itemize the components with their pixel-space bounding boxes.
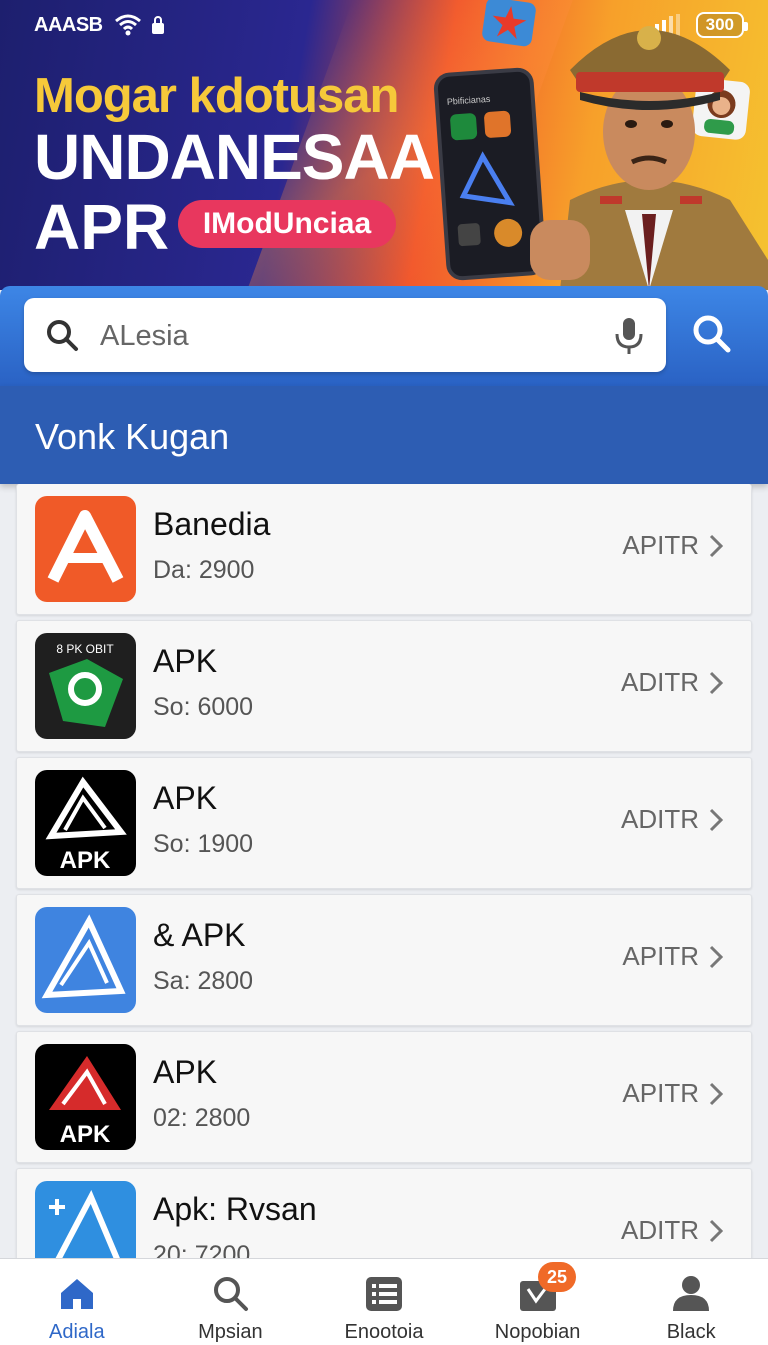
chevron-right-icon [709, 945, 723, 968]
black-apk-icon: APK [35, 770, 136, 876]
app-meta: So: 1900 [153, 830, 254, 858]
nav-label: Nopobian [494, 1321, 581, 1343]
search-submit-icon[interactable] [684, 304, 740, 364]
bottom-navigation: Adiala Mpsian Enootoia Nopobian Black [0, 1258, 768, 1345]
nav-item-list[interactable]: Enootoia [307, 1259, 461, 1345]
chevron-right-icon [709, 1082, 723, 1105]
app-action-button[interactable]: ADITR [621, 667, 723, 698]
list-icon [365, 1277, 402, 1311]
notification-badge: 25 [538, 1262, 576, 1292]
svg-text:APK: APK [60, 1121, 111, 1148]
app-list: Banedia Da: 2900 APITR 8 PK OBIT APK So:… [16, 484, 752, 1305]
section-header: Vonk Kugan [0, 386, 768, 484]
red-apk-icon: APK [35, 1044, 136, 1150]
app-name: Apk: Rvsan [153, 1191, 317, 1227]
app-action-button[interactable]: ADITR [621, 1215, 723, 1246]
app-name: APK [153, 780, 218, 816]
app-row[interactable]: Banedia Da: 2900 APITR [16, 484, 752, 615]
app-action-button[interactable]: APITR [622, 941, 723, 972]
hero-headline-2: UNDANESAA [34, 121, 435, 193]
app-meta: Da: 2900 [153, 556, 255, 584]
chevron-right-icon [709, 534, 723, 557]
presenter-illustration [530, 26, 768, 290]
app-name: APK [153, 643, 218, 679]
hero-banner[interactable]: AAASB 300 Mogar kdotusan UNDANESAA APR I… [0, 0, 768, 290]
app-name: & APK [153, 917, 246, 953]
app-meta: Sa: 2800 [153, 967, 254, 995]
app-row[interactable]: APK APK 02: 2800 APITR [16, 1031, 752, 1163]
search-icon [47, 320, 78, 351]
nav-item-search[interactable]: Mpsian [154, 1259, 308, 1345]
search-bar [0, 286, 768, 386]
nav-label: Adiala [48, 1321, 105, 1343]
lock-icon [151, 16, 164, 34]
profile-icon [673, 1276, 710, 1311]
nav-item-home[interactable]: Adiala [0, 1259, 154, 1345]
app-action-button[interactable]: APITR [622, 530, 723, 561]
chevron-right-icon [709, 808, 723, 831]
chevron-right-icon [709, 671, 723, 694]
app-action-button[interactable]: ADITR [621, 804, 723, 835]
app-name: Banedia [153, 506, 271, 542]
app-row[interactable]: APK APK So: 1900 ADITR [16, 757, 752, 889]
hero-headline-3: APR [34, 191, 170, 263]
search-box[interactable] [24, 298, 666, 372]
star-sticker-icon [481, 0, 537, 48]
nav-label: Mpsian [198, 1321, 263, 1343]
app-meta: So: 6000 [153, 693, 254, 721]
app-row[interactable]: & APK Sa: 2800 APITR [16, 894, 752, 1026]
app-action-button[interactable]: APITR [622, 1078, 723, 1109]
blue-a-icon [35, 907, 136, 1013]
search-icon [214, 1277, 249, 1311]
svg-text:APK: APK [60, 847, 111, 874]
home-icon [60, 1279, 93, 1309]
nav-label: Black [666, 1321, 716, 1343]
hero-badge-button[interactable]: IModUnciaa [178, 200, 396, 248]
app-name: APK [153, 1054, 218, 1090]
hero-headline-1: Mogar kdotusan [34, 69, 399, 123]
nav-label: Enootoia [344, 1321, 424, 1343]
search-input[interactable] [98, 314, 602, 358]
nav-item-profile[interactable]: Black [614, 1259, 768, 1345]
chevron-right-icon [709, 1219, 723, 1242]
wifi-icon [114, 14, 141, 36]
microphone-icon[interactable] [614, 316, 644, 356]
green-apk-icon: 8 PK OBIT [35, 633, 136, 739]
carrier-name: AAASB [34, 13, 103, 36]
section-title: Vonk Kugan [35, 416, 230, 457]
app-meta: 02: 2800 [153, 1104, 251, 1132]
phone-apps-icon [450, 110, 523, 247]
app-row[interactable]: 8 PK OBIT APK So: 6000 ADITR [16, 620, 752, 752]
svg-text:8 PK OBIT: 8 PK OBIT [56, 642, 114, 656]
orange-a-icon [35, 496, 136, 602]
